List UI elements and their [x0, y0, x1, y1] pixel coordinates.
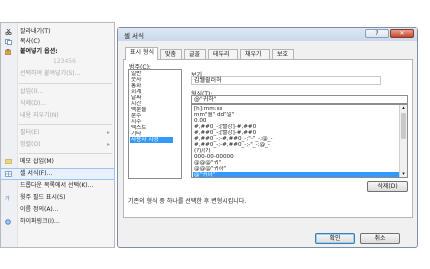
close-icon: ✕	[399, 30, 405, 37]
dialog-title-bar[interactable]: 셀 서식 ? ✕	[118, 28, 417, 41]
menu-item-label: 잘라내기(T)	[20, 28, 51, 35]
cancel-label: 취소	[374, 235, 386, 242]
menu-item-label: 삽입(I)...	[20, 88, 44, 95]
scrollbar-thumb[interactable]	[401, 113, 406, 139]
submenu-arrow-icon: ▸	[106, 129, 110, 136]
svg-text:가: 가	[5, 195, 10, 201]
menu-item-copy[interactable]: 복사(C)	[1, 37, 114, 47]
menu-item-filter[interactable]: 필터(E) ▸	[1, 128, 114, 138]
phonetic-icon: 가	[5, 195, 12, 202]
scroll-up-arrow-icon[interactable]: ▴	[400, 105, 407, 111]
menu-item-label: 선택하여 붙여넣기(S)...	[20, 70, 81, 77]
paste-preview-ghost: 123456	[53, 58, 76, 65]
ok-button[interactable]: 확인	[315, 233, 355, 244]
description-text: 기존의 형식 중 하나를 선택한 후 변형시킵니다.	[128, 198, 247, 205]
scroll-down-arrow-icon[interactable]: ▾	[400, 171, 407, 177]
menu-item-paste-options[interactable]: 붙여넣기 옵션:	[1, 47, 114, 57]
tab-label: 보호	[277, 51, 289, 58]
menu-item-clear-contents[interactable]: 내용 지우기(N)	[1, 111, 114, 121]
menu-item-define-name[interactable]: 이름 정의(A)...	[1, 205, 114, 215]
menu-item-label: 삭제(D)...	[20, 100, 47, 107]
menu-item-label: 붙여넣기 옵션:	[20, 48, 58, 55]
close-button[interactable]: ✕	[390, 29, 414, 38]
menu-item-label: 내용 지우기(N)	[20, 112, 59, 119]
menu-item-cut[interactable]: 잘라내기(T)	[1, 27, 114, 37]
cells-icon	[5, 171, 12, 177]
tab-font[interactable]: 글꼴	[184, 49, 206, 59]
category-item-selected[interactable]: 사용자 지정	[130, 137, 173, 143]
tab-label: 표시 형식	[130, 49, 154, 56]
menu-item-insert-comment[interactable]: 메모 삽입(M)	[1, 157, 114, 167]
format-item-selected[interactable]: @"귀하"	[193, 172, 399, 177]
menu-separator	[19, 153, 112, 154]
format-list[interactable]: [h]:mm:ss mm"월" dd"일" 0.00 #,##0_-;[빨강]-…	[191, 104, 408, 178]
menu-item-label: 셀 서식(F)...	[20, 170, 53, 177]
help-button[interactable]: ?	[365, 29, 389, 38]
tab-label: 테두리	[213, 51, 230, 58]
tab-label: 글꼴	[189, 51, 201, 58]
menu-item-label: 드롭다운 목록에서 선택(K)...	[20, 182, 94, 189]
menu-item-delete[interactable]: 삭제(D)...	[1, 99, 114, 109]
menu-item-sort[interactable]: 정렬(O) ▸	[1, 140, 114, 150]
menu-item-label: 이름 정의(A)...	[20, 206, 59, 213]
tab-label: 채우기	[245, 51, 262, 58]
dialog-title: 셀 서식	[124, 32, 145, 40]
delete-format-button[interactable]: 삭제(D)	[367, 181, 408, 192]
tab-protection[interactable]: 보호	[272, 49, 294, 59]
menu-item-show-phonetic[interactable]: 가 윗주 필드 표시(S)	[1, 193, 114, 203]
comment-icon	[5, 159, 12, 165]
menu-item-label: 정렬(O)	[20, 141, 41, 148]
hyperlink-icon	[5, 219, 12, 225]
tab-alignment[interactable]: 맞춤	[160, 49, 182, 59]
tab-number[interactable]: 표시 형식	[125, 47, 158, 60]
tab-label: 맞춤	[165, 51, 177, 58]
sample-value: 김웰쥘러허	[194, 77, 222, 84]
menu-item-label: 윗주 필드 표시(S)	[20, 194, 66, 201]
menu-separator	[19, 124, 112, 125]
menu-item-hyperlink[interactable]: 하이퍼링크(I)...	[1, 217, 114, 227]
ok-label: 확인	[329, 235, 341, 242]
context-menu: 잘라내기(T) 복사(C) 붙여넣기 옵션: 123456 선택하여 붙여넣기(…	[0, 22, 115, 248]
help-icon: ?	[375, 30, 379, 37]
menu-item-paste-special[interactable]: 선택하여 붙여넣기(S)...	[1, 69, 114, 79]
category-list[interactable]: 일반 숫자 통화 회계 날짜 시간 백분율 분수 지수 텍스트 기타 사용자 지…	[128, 69, 182, 179]
menu-item-label: 메모 삽입(M)	[20, 158, 54, 165]
menu-item-label: 하이퍼링크(I)...	[20, 218, 60, 225]
submenu-arrow-icon: ▸	[106, 141, 110, 148]
tab-border[interactable]: 테두리	[208, 49, 238, 59]
menu-item-label: 복사(C)	[20, 38, 40, 45]
tab-fill[interactable]: 채우기	[240, 49, 270, 59]
menu-separator	[19, 83, 112, 84]
sample-box: 김웰쥘러허	[191, 76, 381, 85]
cancel-button[interactable]: 취소	[360, 233, 400, 244]
delete-format-label: 삭제(D)	[377, 183, 398, 190]
menu-item-label: 필터(E)	[20, 129, 40, 136]
paste-icon	[5, 49, 12, 56]
scissors-icon	[5, 28, 12, 36]
menu-item-pick-from-list[interactable]: 드롭다운 목록에서 선택(K)...	[1, 181, 114, 191]
menu-item-insert[interactable]: 삽입(I)...	[1, 87, 114, 97]
format-list-scrollbar[interactable]: ▴ ▾	[399, 105, 407, 177]
copy-icon	[5, 39, 12, 45]
menu-item-format-cells[interactable]: 셀 서식(F)...	[0, 168, 115, 180]
type-input-value: @"귀하"	[194, 96, 217, 103]
type-input[interactable]: @"귀하"	[191, 95, 408, 104]
